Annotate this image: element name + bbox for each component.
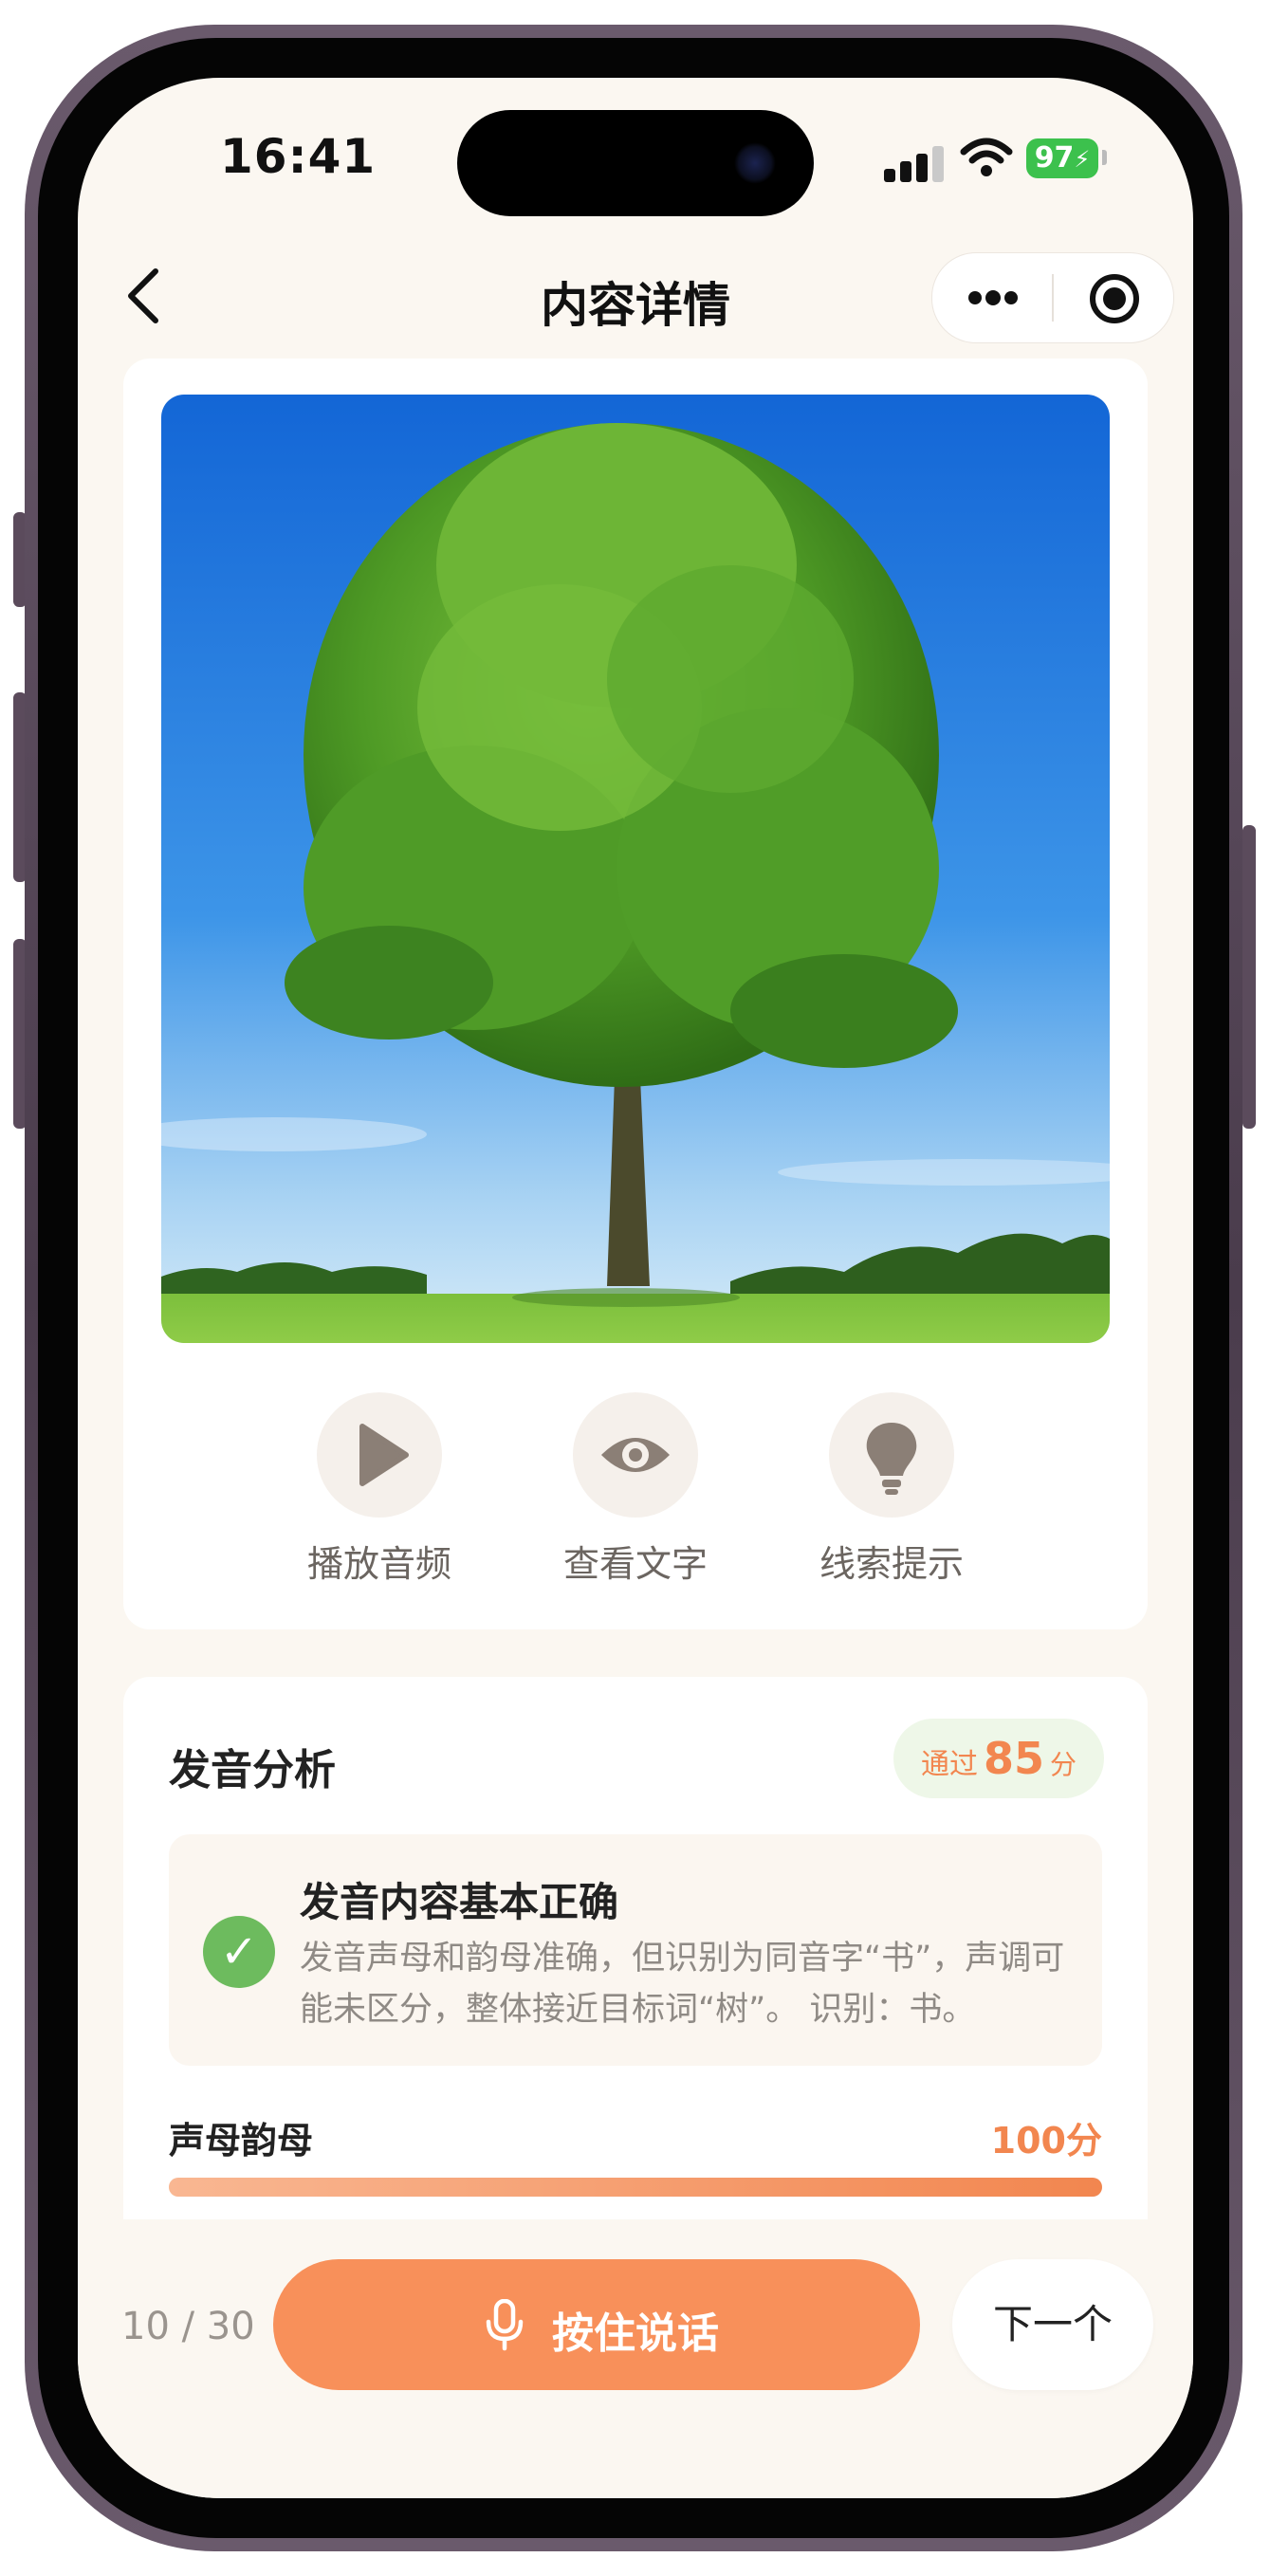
hint-button[interactable]: 线索提示: [797, 1392, 986, 1587]
result-title: 发音内容基本正确: [300, 1879, 619, 1925]
wifi-icon: [960, 138, 1013, 176]
cellular-signal-icon: [884, 144, 947, 182]
status-time: 16:41: [220, 129, 377, 184]
dynamic-island: [457, 110, 814, 216]
play-audio-button[interactable]: 播放音频: [285, 1392, 474, 1587]
media-card: 播放音频 查看文字 线索提示: [123, 359, 1148, 1629]
metric-name: 声母韵母: [169, 2120, 314, 2162]
more-dots-icon: [968, 291, 982, 304]
phone-screen: 16:41 97⚡ 内容详情 播放音频 查看文字 线索提示 发音分析 通过 85…: [78, 78, 1193, 2498]
metric-score: 100分: [990, 2120, 1102, 2162]
check-icon: ✓: [203, 1916, 275, 1988]
result-summary: ✓ 发音内容基本正确 发音声母和韵母准确，但识别为同音字“书”，声调可能未区分，…: [169, 1834, 1102, 2066]
metric-progress-bar: [169, 2178, 1102, 2197]
progress-counter: 10 / 30: [121, 2305, 255, 2348]
result-description: 发音声母和韵母准确，但识别为同音字“书”，声调可能未区分，整体接近目标词“树”。…: [300, 1940, 1065, 2029]
power-button[interactable]: [1242, 825, 1256, 1129]
miniprogram-capsule: [931, 252, 1174, 343]
play-icon: [317, 1392, 442, 1518]
more-options-button[interactable]: [932, 253, 1052, 342]
content-scroll-area[interactable]: 播放音频 查看文字 线索提示 发音分析 通过 85 分 ✓ 发音内容基本正确 发…: [78, 359, 1193, 2219]
view-text-button[interactable]: 查看文字: [541, 1392, 730, 1587]
metric-progress-fill: [169, 2178, 1102, 2197]
front-camera: [734, 142, 776, 184]
lightbulb-icon: [829, 1392, 954, 1518]
score-value: 85: [983, 1733, 1044, 1784]
next-button[interactable]: 下一个: [952, 2259, 1153, 2390]
score-badge: 通过 85 分: [893, 1719, 1104, 1798]
pronunciation-analysis-card: 发音分析 通过 85 分 ✓ 发音内容基本正确 发音声母和韵母准确，但识别为同音字“…: [123, 1677, 1148, 2219]
hint-label: 线索提示: [819, 1543, 964, 1585]
hold-to-speak-button[interactable]: 按住说话: [273, 2259, 920, 2390]
play-audio-label: 播放音频: [306, 1543, 451, 1585]
pass-label: 通过: [920, 1748, 978, 1781]
close-miniprogram-button[interactable]: [1054, 253, 1173, 342]
analysis-title: 发音分析: [169, 1746, 336, 1794]
more-dots-icon-dot: [1004, 291, 1018, 304]
more-dots-icon-dot: [985, 290, 1001, 305]
tree-image: [161, 395, 1110, 1343]
view-text-label: 查看文字: [562, 1543, 708, 1585]
hold-to-speak-label: 按住说话: [552, 2309, 719, 2358]
score-unit: 分: [1050, 1749, 1077, 1780]
bottom-action-bar: 10 / 30 按住说话 下一个: [78, 2219, 1193, 2498]
eye-icon: [573, 1392, 698, 1518]
microphone-icon: [486, 2299, 524, 2351]
tree-photo: [161, 395, 1110, 1343]
battery-tip: [1102, 150, 1107, 165]
battery-indicator: 97⚡: [1026, 138, 1098, 178]
target-icon-center: [1103, 287, 1126, 310]
